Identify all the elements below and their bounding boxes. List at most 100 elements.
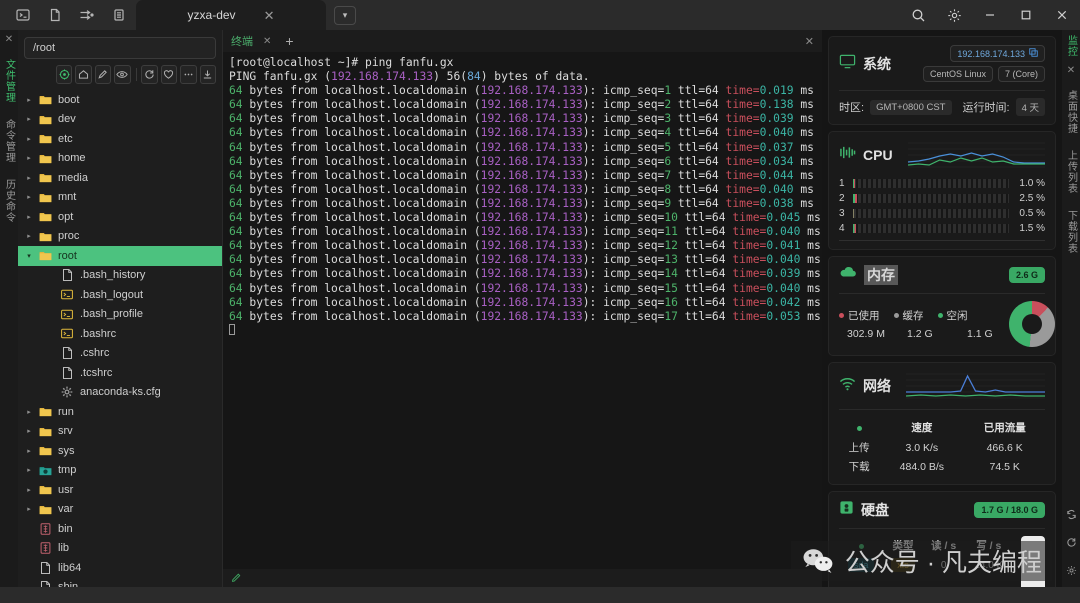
tree-caret-icon[interactable]: ▸ <box>22 427 36 435</box>
tree-caret-icon[interactable]: ▸ <box>22 135 36 143</box>
tree-caret-icon[interactable]: ▸ <box>22 115 36 123</box>
tree-caret-icon[interactable]: ▸ <box>22 193 36 201</box>
tree-caret-icon[interactable]: ▸ <box>22 505 36 513</box>
eye-icon[interactable] <box>114 65 131 84</box>
file-tree-row[interactable]: .bash_history <box>18 266 222 286</box>
terminal-panel-close-icon[interactable]: ✕ <box>805 35 814 48</box>
file-tree-row[interactable]: bin <box>18 519 222 539</box>
file-tree-row[interactable]: ▸ srv <box>18 422 222 442</box>
session-tab[interactable]: yzxa-dev ✕ <box>136 0 326 30</box>
tree-caret-icon[interactable]: ▸ <box>22 486 36 494</box>
locate-icon[interactable] <box>56 65 73 84</box>
file-tree-row[interactable]: .bashrc <box>18 324 222 344</box>
tree-caret-icon[interactable]: ▸ <box>22 213 36 221</box>
file-tree-row[interactable]: ▸ proc <box>18 227 222 247</box>
file-tree-row[interactable]: .bash_logout <box>18 285 222 305</box>
file-tree-row[interactable]: ▸ dev <box>18 110 222 130</box>
file-tree-row[interactable]: lib64 <box>18 558 222 578</box>
file-tree-row[interactable]: ▸ var <box>18 500 222 520</box>
memory-legend-block: 已使用 缓存 空闲 302.9 M 1.2 G 1.1 G <box>839 308 1009 340</box>
terminal-icon[interactable] <box>14 6 32 24</box>
copy-icon[interactable] <box>1029 48 1038 59</box>
file-tree-row[interactable]: ▸ run <box>18 402 222 422</box>
maximize-icon[interactable] <box>1008 0 1044 30</box>
favorite-icon[interactable] <box>160 65 178 84</box>
file-tree-row[interactable]: anaconda-ks.cfg <box>18 383 222 403</box>
file-tree-row[interactable]: ▸ mnt <box>18 188 222 208</box>
refresh-icon[interactable] <box>1066 535 1077 553</box>
file-tree-label: lib64 <box>58 561 82 574</box>
sync-icon[interactable] <box>1066 507 1077 525</box>
sftp-icon[interactable] <box>78 6 96 24</box>
chevron-down-icon[interactable]: ▾ <box>334 6 356 25</box>
tree-caret-icon[interactable]: ▸ <box>22 466 36 474</box>
tree-caret-icon[interactable]: ▸ <box>22 408 36 416</box>
monitor-display-icon <box>839 53 856 75</box>
tree-caret-icon[interactable]: ▾ <box>22 252 36 260</box>
network-cell-speed: 484.0 B/s <box>899 460 945 473</box>
memory-legend-item: 缓存 <box>893 308 924 323</box>
file-tree-row[interactable]: ▸ tmp <box>18 461 222 481</box>
tree-caret-icon[interactable]: ▸ <box>22 447 36 455</box>
path-input[interactable]: /root <box>24 37 216 59</box>
file-tree-row[interactable]: ▾ root <box>18 246 222 266</box>
folder-icon <box>36 172 54 183</box>
file-tree-row[interactable]: ▸ boot <box>18 90 222 110</box>
file-tree-row[interactable]: .tcshrc <box>18 363 222 383</box>
gear-icon[interactable] <box>936 0 972 30</box>
more-icon[interactable] <box>180 65 197 84</box>
right-rail-item-desktop-shortcut[interactable]: 桌面快捷 <box>1064 82 1079 142</box>
terminal-output[interactable]: [root@localhost ~]# ping fanfu.gx PING f… <box>223 52 822 569</box>
file-tree-row[interactable]: .bash_profile <box>18 305 222 325</box>
left-rail-item-command-manager[interactable]: 命令管理 <box>2 111 17 171</box>
right-rail-close-icon[interactable]: ✕ <box>1067 65 1075 76</box>
minimize-icon[interactable] <box>972 0 1008 30</box>
network-table-head: 速度 已用流量 <box>839 417 1045 438</box>
home-icon[interactable] <box>75 65 92 84</box>
search-icon[interactable] <box>900 0 936 30</box>
memory-divider <box>839 293 1045 294</box>
file-tree-row[interactable]: ▸ home <box>18 149 222 169</box>
file-tree-row[interactable]: ▸ etc <box>18 129 222 149</box>
memory-legend-item: 已使用 <box>839 308 880 323</box>
list-icon[interactable] <box>110 6 128 24</box>
terminal-tab-close-icon[interactable]: ✕ <box>263 36 271 47</box>
file-tree-row[interactable]: ▸ usr <box>18 480 222 500</box>
left-rail-item-command-history[interactable]: 历史命令 <box>2 171 17 231</box>
tree-caret-icon[interactable]: ▸ <box>22 96 36 104</box>
left-rail-item-file-manager[interactable]: 文件管理 <box>2 51 17 111</box>
file-icon[interactable] <box>46 6 64 24</box>
settings-icon[interactable] <box>1066 563 1077 581</box>
system-chips: 192.168.174.133 CentOS Linux 7 (Core) <box>922 45 1045 82</box>
left-rail-close-icon[interactable]: ✕ <box>5 34 13 45</box>
tree-caret-icon[interactable]: ▸ <box>22 154 36 162</box>
memory-legend-label: 空闲 <box>946 310 968 322</box>
file-tree-row[interactable]: .cshrc <box>18 344 222 364</box>
folder-t-icon <box>36 465 54 476</box>
file-tree-row[interactable]: ▸ media <box>18 168 222 188</box>
new-terminal-tab-button[interactable]: + <box>285 34 293 48</box>
file-tree-row[interactable]: ▸ sys <box>18 441 222 461</box>
memory-body: 已使用 缓存 空闲 302.9 M 1.2 G 1.1 G <box>839 301 1055 347</box>
os-chip-row: CentOS Linux 7 (Core) <box>922 66 1045 82</box>
close-icon[interactable] <box>1044 0 1080 30</box>
right-rail-item-monitor[interactable]: 监控 <box>1064 33 1079 65</box>
terminal-tab-label[interactable]: 终端 <box>231 33 253 49</box>
file-tree-row[interactable]: ▸ opt <box>18 207 222 227</box>
file-tree-label: bin <box>58 522 73 535</box>
cpu-core-row: 3 0.5 % <box>839 206 1045 221</box>
server-ip-chip[interactable]: 192.168.174.133 <box>950 45 1045 62</box>
right-rail-item-upload-list[interactable]: 上传列表 <box>1064 142 1079 202</box>
session-tab-close-icon[interactable]: ✕ <box>264 9 275 22</box>
edit-icon[interactable] <box>94 65 112 84</box>
tree-caret-icon[interactable]: ▸ <box>22 232 36 240</box>
file-tree-label: .bash_history <box>80 269 146 282</box>
refresh-icon[interactable] <box>141 65 158 84</box>
tree-caret-icon[interactable]: ▸ <box>22 174 36 182</box>
file-tree[interactable]: ▸ boot ▸ dev ▸ etc ▸ home ▸ media ▸ mnt ▸ opt ▸ proc ▾ ro… <box>18 88 222 587</box>
file-tree-row[interactable]: sbin <box>18 578 222 587</box>
download-icon[interactable] <box>199 65 216 84</box>
right-rail-item-download-list[interactable]: 下载列表 <box>1064 202 1079 262</box>
file-tree-row[interactable]: lib <box>18 539 222 559</box>
disk-icon <box>839 500 854 520</box>
